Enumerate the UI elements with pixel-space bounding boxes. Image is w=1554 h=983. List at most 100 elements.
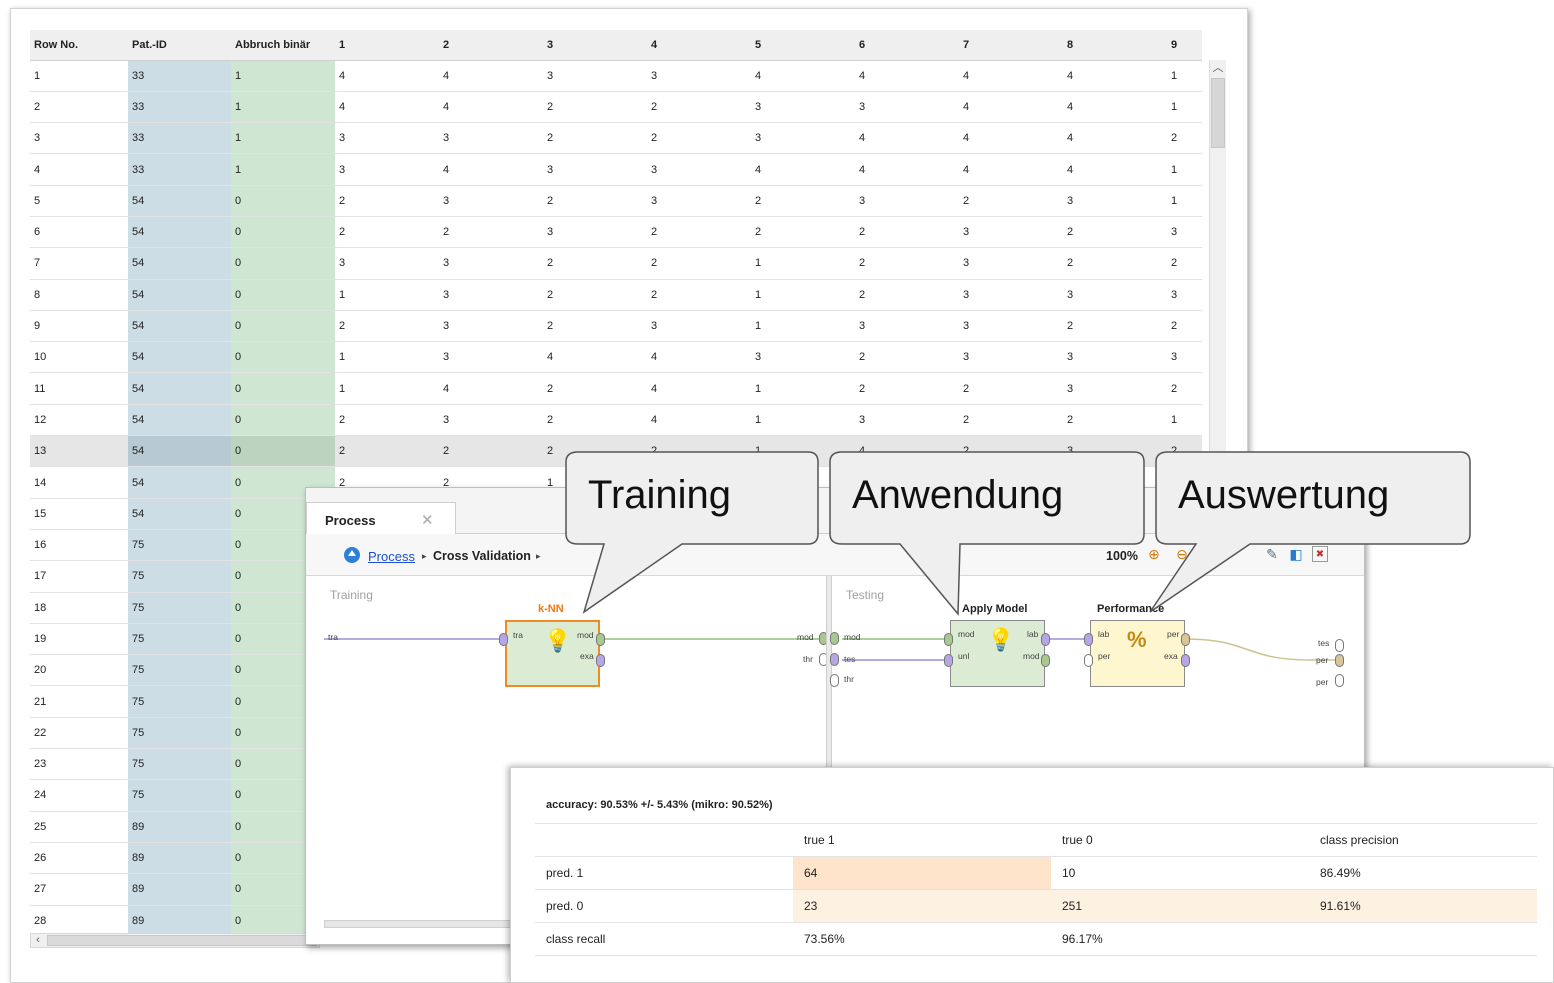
table-cell: 54 (128, 310, 231, 343)
up-arrow-icon[interactable] (344, 547, 360, 563)
horizontal-scrollbar-thumb[interactable] (47, 935, 317, 946)
column-header[interactable]: 8 (1063, 30, 1167, 61)
column-header[interactable]: 7 (959, 30, 1063, 61)
table-cell: 2 (855, 247, 959, 280)
output-port[interactable] (596, 654, 605, 667)
matrix-cell: 10 (1051, 856, 1309, 890)
table-cell: 2 (543, 247, 647, 280)
column-header[interactable]: 3 (543, 30, 647, 61)
table-cell: 3 (439, 185, 543, 217)
table-cell: 3 (959, 279, 1063, 311)
port-label: exa (580, 651, 594, 661)
table-cell: 2 (855, 372, 959, 405)
output-port[interactable] (1041, 633, 1050, 646)
port-label: mod (844, 632, 861, 642)
table-cell: 1 (1167, 60, 1202, 92)
table-row[interactable]: 10 54 0 1 3 4 4 3 2 3 3 3 (30, 341, 1202, 374)
layers-icon[interactable]: ◧ (1288, 546, 1304, 562)
table-cell: 0 (231, 404, 335, 437)
table-row[interactable]: 1 33 1 4 4 3 3 4 4 4 4 1 (30, 60, 1202, 92)
scroll-left-icon[interactable]: ‹ (31, 934, 45, 947)
table-cell: 3 (959, 310, 1063, 343)
input-port[interactable] (944, 633, 953, 646)
output-port[interactable] (1181, 654, 1190, 667)
table-cell: 0 (231, 310, 335, 343)
column-header[interactable]: 1 (335, 30, 439, 61)
table-cell: 4 (751, 60, 855, 92)
table-row[interactable]: 9 54 0 2 3 2 3 1 3 3 2 2 (30, 310, 1202, 343)
knn-operator[interactable]: tra mod exa 💡 (505, 620, 600, 687)
column-header[interactable]: Row No. (30, 30, 128, 61)
column-header[interactable]: Pat.-ID (128, 30, 231, 61)
column-header[interactable]: 2 (439, 30, 543, 61)
output-port[interactable] (596, 633, 605, 646)
performance-operator[interactable]: lab per per exa % (1090, 620, 1185, 687)
column-header[interactable]: 5 (751, 30, 855, 61)
table-cell: 54 (128, 404, 231, 437)
breadcrumb-process-link[interactable]: Process (368, 549, 415, 564)
input-port[interactable] (499, 633, 508, 646)
table-cell: 2 (647, 279, 751, 311)
input-port[interactable] (944, 654, 953, 667)
close-icon[interactable]: ✕ (421, 511, 434, 529)
input-port[interactable] (830, 674, 839, 687)
table-cell: 1 (1167, 185, 1202, 217)
table-cell: 2 (543, 372, 647, 405)
port-label: thr (844, 674, 854, 684)
matrix-cell: pred. 1 (535, 856, 793, 890)
table-cell: 6 (30, 216, 128, 249)
table-cell: 21 (30, 685, 128, 718)
table-cell: 2 (1063, 247, 1167, 280)
table-cell: 4 (855, 60, 959, 92)
table-cell: 3 (543, 153, 647, 186)
column-header[interactable]: Abbruch binär (231, 30, 335, 61)
tab-process[interactable]: Process ✕ (306, 502, 456, 534)
table-cell: 2 (335, 185, 439, 217)
table-row[interactable]: 4 33 1 3 4 3 3 4 4 4 4 1 (30, 153, 1202, 186)
output-port[interactable] (1335, 639, 1344, 652)
table-row[interactable]: 8 54 0 1 3 2 2 1 2 3 3 3 (30, 279, 1202, 311)
table-row[interactable]: 13 54 0 2 2 2 2 1 4 2 3 2 (30, 435, 1202, 468)
zoom-in-icon[interactable]: ⊕ (1146, 546, 1162, 562)
confusion-matrix: true 1 true 0 class precision pred. 1 64 10 86… (535, 823, 1537, 956)
output-port[interactable] (1041, 654, 1050, 667)
input-port[interactable] (830, 632, 839, 645)
table-cell: 2 (647, 247, 751, 280)
table-cell: 0 (231, 279, 335, 311)
grid-icon[interactable]: ✖ (1312, 546, 1328, 562)
input-port[interactable] (1084, 654, 1093, 667)
column-header[interactable]: 9 (1167, 30, 1202, 61)
input-port[interactable] (1084, 633, 1093, 646)
table-cell: 1 (751, 404, 855, 437)
table-cell: 54 (128, 498, 231, 530)
matrix-cell: 64 (793, 856, 1051, 890)
table-cell: 11 (30, 372, 128, 405)
table-cell: 54 (128, 216, 231, 249)
table-row[interactable]: 12 54 0 2 3 2 4 1 3 2 2 1 (30, 404, 1202, 437)
scroll-up-icon[interactable]: ︿ (1210, 60, 1226, 76)
table-cell: 22 (30, 717, 128, 750)
horizontal-scrollbar[interactable]: ‹ (30, 933, 320, 948)
table-row[interactable]: 7 54 0 3 3 2 2 1 2 3 2 2 (30, 247, 1202, 280)
output-port[interactable] (1335, 674, 1344, 687)
scrollbar-thumb[interactable] (1211, 78, 1225, 148)
output-port[interactable] (1335, 654, 1344, 667)
auto-wire-icon[interactable]: ✎ (1264, 546, 1280, 562)
table-row[interactable]: 11 54 0 1 4 2 4 1 2 2 3 2 (30, 372, 1202, 405)
port-label: thr (803, 654, 813, 664)
column-header[interactable]: 6 (855, 30, 959, 61)
table-row[interactable]: 5 54 0 2 3 2 3 2 3 2 3 1 (30, 185, 1202, 217)
zoom-out-icon[interactable]: ⊖ (1174, 546, 1190, 562)
apply-model-operator[interactable]: mod unl lab mod 💡 (950, 620, 1045, 687)
table-cell: 18 (30, 592, 128, 624)
table-row[interactable]: 6 54 0 2 2 3 2 2 2 3 2 3 (30, 216, 1202, 249)
matrix-row: pred. 1 64 10 86.49% (535, 856, 1537, 890)
output-port[interactable] (1181, 633, 1190, 646)
input-port[interactable] (830, 653, 839, 666)
table-cell: 14 (30, 466, 128, 499)
column-header[interactable]: 4 (647, 30, 751, 61)
table-row[interactable]: 3 33 1 3 3 2 2 3 4 4 4 2 (30, 122, 1202, 155)
table-cell: 54 (128, 279, 231, 311)
table-cell: 3 (543, 216, 647, 249)
table-row[interactable]: 2 33 1 4 4 2 2 3 3 4 4 1 (30, 91, 1202, 124)
